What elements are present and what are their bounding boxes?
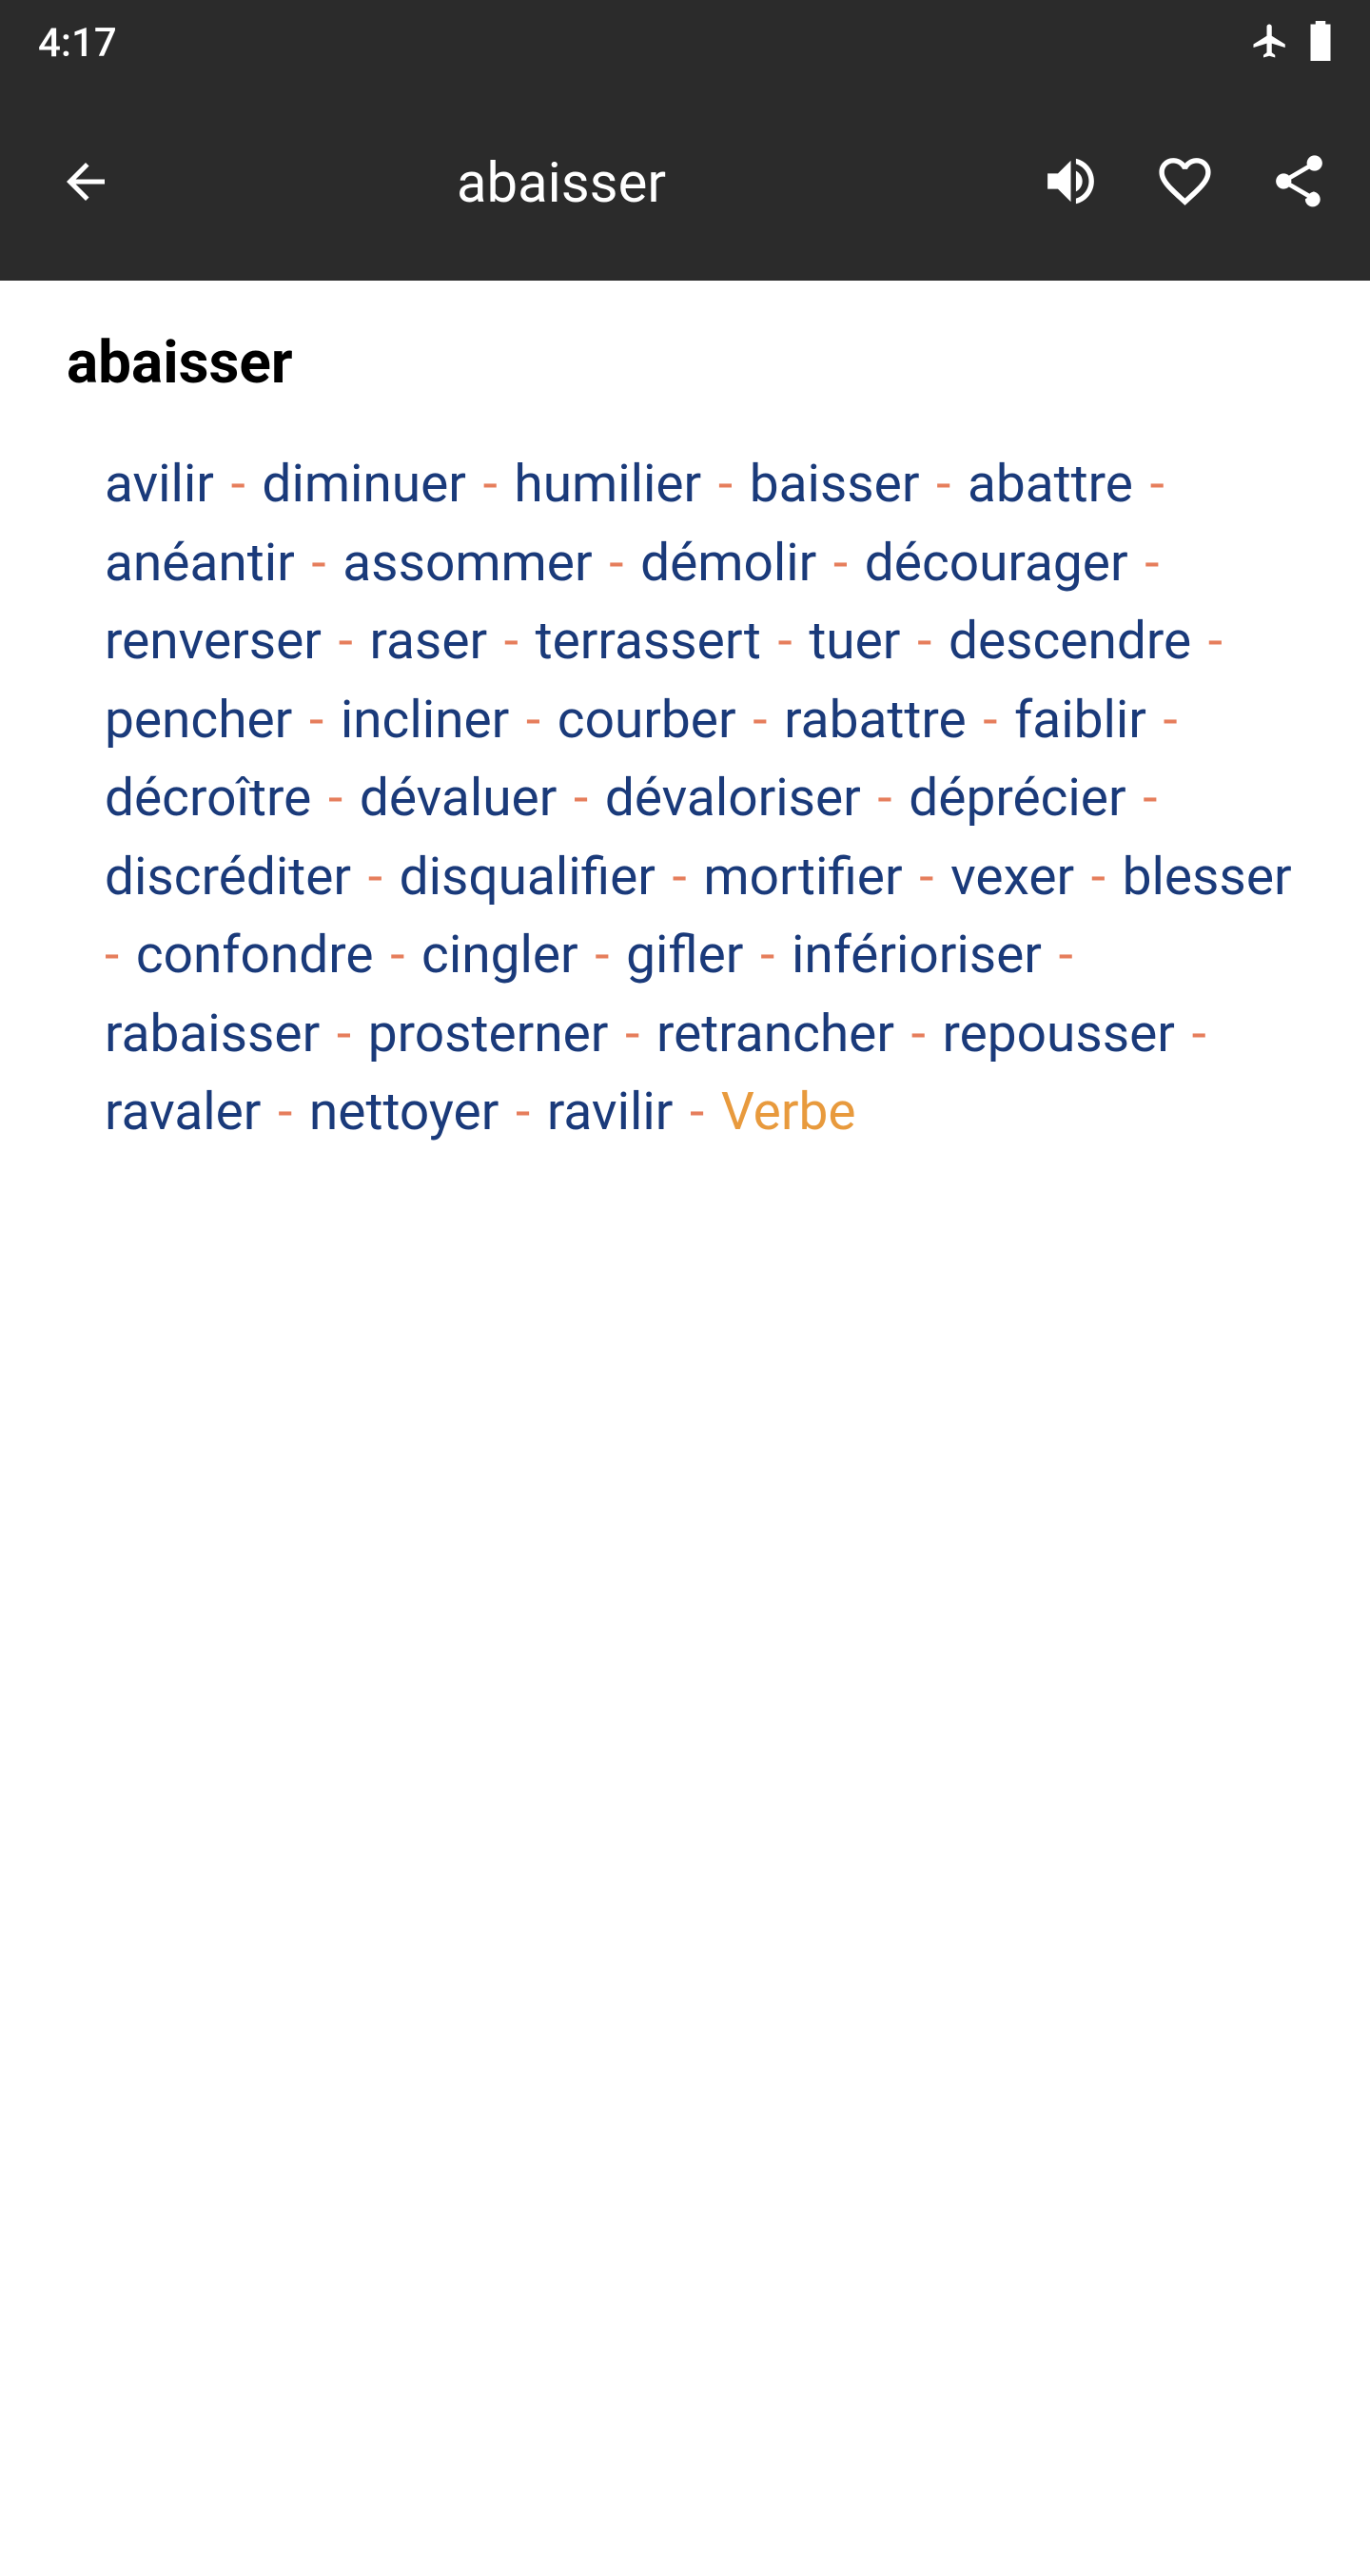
synonym-link[interactable]: disqualifier (400, 847, 656, 907)
separator: - (1132, 533, 1160, 594)
share-button[interactable] (1265, 150, 1332, 217)
status-bar: 4:17 (0, 0, 1370, 86)
synonym-link[interactable]: rabaisser (105, 1004, 320, 1064)
separator: - (378, 925, 419, 986)
synonym-link[interactable]: confondre (136, 925, 374, 986)
synonym-link[interactable]: mortifier (703, 847, 902, 907)
separator: - (923, 454, 964, 515)
separator: - (296, 690, 337, 751)
separator: - (513, 690, 554, 751)
synonym-link[interactable]: décroître (105, 768, 311, 829)
separator: - (1150, 690, 1178, 751)
app-title: abaisser (86, 151, 1037, 216)
separator: - (740, 690, 781, 751)
separator: - (491, 611, 532, 672)
synonym-link[interactable]: assommer (342, 533, 592, 594)
synonym-link[interactable]: repousser (942, 1004, 1174, 1064)
separator: - (597, 533, 637, 594)
synonym-link[interactable]: blesser (1123, 847, 1292, 907)
synonym-link[interactable]: déprécier (909, 768, 1125, 829)
synonym-link[interactable]: abattre (968, 454, 1133, 515)
synonym-link[interactable]: retrancher (656, 1004, 894, 1064)
separator: - (1046, 925, 1073, 986)
separator: - (218, 454, 259, 515)
separator: - (264, 1082, 305, 1142)
volume-icon (1040, 150, 1102, 216)
share-icon (1268, 150, 1330, 216)
action-buttons (1037, 150, 1332, 217)
app-bar: abaisser (0, 86, 1370, 281)
speak-button[interactable] (1037, 150, 1104, 217)
separator: - (502, 1082, 543, 1142)
synonym-link[interactable]: raser (369, 611, 487, 672)
separator: - (907, 847, 948, 907)
separator: - (1137, 454, 1164, 515)
separator: - (1195, 611, 1223, 672)
separator: - (659, 847, 700, 907)
separator: - (676, 1082, 717, 1142)
synonym-link[interactable]: courber (558, 690, 736, 751)
separator: - (470, 454, 511, 515)
separator: - (105, 925, 132, 986)
synonym-link[interactable]: rabattre (784, 690, 967, 751)
battery-icon (1309, 21, 1332, 65)
synonym-link[interactable]: avilir (105, 454, 214, 515)
separator: - (1078, 847, 1119, 907)
separator: - (299, 533, 340, 594)
separator: - (355, 847, 396, 907)
part-of-speech-label: Verbe (721, 1082, 856, 1142)
synonym-link[interactable]: baisser (750, 454, 920, 515)
synonym-link[interactable]: dévaluer (360, 768, 558, 829)
airplane-mode-icon (1250, 21, 1290, 65)
content-area: abaisser avilir - diminuer - humilier - … (0, 281, 1370, 1200)
separator: - (315, 768, 356, 829)
synonym-link[interactable]: démolir (640, 533, 816, 594)
synonym-link[interactable]: ravilir (547, 1082, 673, 1142)
synonym-link[interactable]: incliner (341, 690, 509, 751)
separator: - (582, 925, 623, 986)
synonym-link[interactable]: ravaler (105, 1082, 261, 1142)
synonym-link[interactable]: cingler (421, 925, 578, 986)
word-heading: abaisser (67, 328, 1303, 398)
synonym-link[interactable]: inférioriser (792, 925, 1042, 986)
separator: - (970, 690, 1011, 751)
synonym-link[interactable]: tuer (809, 611, 900, 672)
synonym-link[interactable]: nettoyer (309, 1082, 499, 1142)
separator: - (765, 611, 806, 672)
separator: - (904, 611, 945, 672)
status-time: 4:17 (38, 20, 117, 67)
synonym-link[interactable]: renverser (105, 611, 322, 672)
status-icons (1250, 21, 1332, 65)
synonym-link[interactable]: faiblir (1014, 690, 1146, 751)
synonym-link[interactable]: pencher (105, 690, 292, 751)
separator: - (1179, 1004, 1206, 1064)
separator: - (865, 768, 906, 829)
separator: - (1130, 768, 1158, 829)
separator: - (898, 1004, 939, 1064)
separator: - (612, 1004, 653, 1064)
synonyms-list: avilir - diminuer - humilier - baisser -… (67, 445, 1303, 1152)
synonym-link[interactable]: humilier (514, 454, 701, 515)
synonym-link[interactable]: descendre (949, 611, 1191, 672)
separator: - (560, 768, 601, 829)
synonym-link[interactable]: anéantir (105, 533, 295, 594)
separator: - (323, 1004, 364, 1064)
separator: - (705, 454, 746, 515)
synonym-link[interactable]: terrassert (536, 611, 761, 672)
synonym-link[interactable]: diminuer (262, 454, 466, 515)
synonym-link[interactable]: gifler (626, 925, 743, 986)
synonym-link[interactable]: discréditer (105, 847, 351, 907)
synonym-link[interactable]: dévaloriser (605, 768, 861, 829)
synonym-link[interactable]: prosterner (368, 1004, 609, 1064)
separator: - (820, 533, 861, 594)
separator: - (747, 925, 788, 986)
synonym-link[interactable]: vexer (950, 847, 1074, 907)
separator: - (325, 611, 366, 672)
heart-icon (1154, 150, 1216, 216)
synonym-link[interactable]: décourager (865, 533, 1128, 594)
favorite-button[interactable] (1151, 150, 1218, 217)
